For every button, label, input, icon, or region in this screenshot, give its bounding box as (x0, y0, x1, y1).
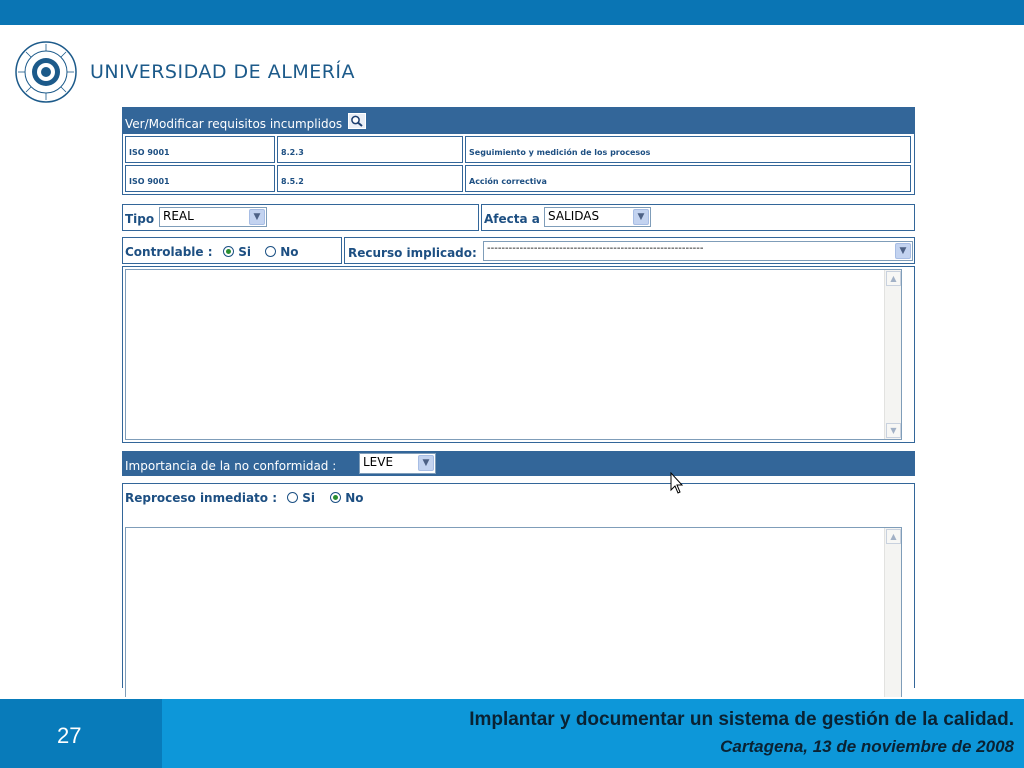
recurso-value: ----------------------------------------… (487, 243, 704, 254)
reproceso-box: Reproceso inmediato : Si No ▲ (122, 483, 915, 697)
controlable-box: Controlable : Si No (122, 237, 342, 264)
chevron-down-icon[interactable]: ▼ (895, 243, 911, 259)
university-seal-icon (15, 41, 77, 103)
chevron-down-icon[interactable]: ▼ (633, 209, 649, 225)
importancia-select[interactable]: LEVE ▼ (359, 453, 436, 474)
importancia-label: Importancia de la no conformidad : (125, 458, 337, 473)
afecta-box: Afecta a SALIDAS ▼ (481, 204, 915, 231)
table-row[interactable]: ISO 9001 8.5.2 Acción correctiva (125, 165, 913, 192)
scroll-up-icon[interactable]: ▲ (886, 271, 901, 286)
tipo-value: REAL (163, 209, 194, 223)
radio-selected-icon[interactable] (223, 246, 234, 257)
requirements-table: ISO 9001 8.2.3 Seguimiento y medición de… (122, 133, 915, 195)
vertical-scrollbar[interactable]: ▲ (884, 528, 901, 697)
mouse-pointer-icon (670, 472, 684, 494)
scroll-down-icon[interactable]: ▼ (886, 423, 901, 438)
description-textarea[interactable]: ▲ ▼ (125, 269, 902, 440)
norm-cell: ISO 9001 (125, 136, 275, 163)
university-name: UNIVERSIDAD DE ALMERÍA (90, 61, 356, 83)
recurso-box: Recurso implicado: ---------------------… (344, 237, 915, 264)
chevron-down-icon[interactable]: ▼ (249, 209, 265, 225)
reproceso-label: Reproceso inmediato : (125, 491, 278, 505)
radio-unselected-icon[interactable] (287, 492, 298, 503)
radio-unselected-icon[interactable] (265, 246, 276, 257)
afecta-select[interactable]: SALIDAS ▼ (544, 207, 651, 227)
table-row[interactable]: ISO 9001 8.2.3 Seguimiento y medición de… (125, 136, 913, 163)
description-cell: Seguimiento y medición de los procesos (465, 136, 911, 163)
chevron-down-icon[interactable]: ▼ (418, 455, 434, 471)
scroll-up-icon[interactable]: ▲ (886, 529, 901, 544)
controlable-label: Controlable : (125, 245, 213, 259)
magnifier-icon (351, 115, 363, 127)
university-logo: UNIVERSIDAD DE ALMERÍA (14, 40, 355, 104)
importancia-value: LEVE (363, 455, 394, 469)
tipo-select[interactable]: REAL ▼ (159, 207, 267, 227)
recurso-label: Recurso implicado: (348, 246, 477, 260)
clause-cell: 8.2.3 (277, 136, 463, 163)
reproceso-no-radio[interactable]: No (330, 491, 363, 505)
controlable-si-radio[interactable]: Si (223, 245, 251, 259)
afecta-label: Afecta a (484, 212, 540, 226)
vertical-scrollbar[interactable]: ▲ ▼ (884, 270, 901, 439)
afecta-value: SALIDAS (548, 209, 600, 223)
top-bar (0, 0, 1024, 25)
tipo-label: Tipo (125, 212, 155, 226)
slide-number: 27 (57, 723, 82, 748)
clause-cell: 8.5.2 (277, 165, 463, 192)
requirements-header-label: Ver/Modificar requisitos incumplidos (125, 117, 343, 131)
search-button[interactable] (348, 113, 367, 129)
description-cell: Acción correctiva (465, 165, 911, 192)
tipo-box: Tipo REAL ▼ (122, 204, 479, 231)
reproceso-si-radio[interactable]: Si (287, 491, 315, 505)
controlable-no-radio[interactable]: No (265, 245, 298, 259)
recurso-select[interactable]: ----------------------------------------… (483, 241, 913, 261)
norm-cell: ISO 9001 (125, 165, 275, 192)
description-box: ▲ ▼ (122, 266, 915, 443)
footer-number-panel: 27 (0, 699, 162, 768)
radio-selected-icon[interactable] (330, 492, 341, 503)
reproceso-textarea[interactable]: ▲ (125, 527, 902, 697)
importancia-header: Importancia de la no conformidad : LEVE … (122, 451, 915, 476)
footer-subtitle: Cartagena, 13 de noviembre de 2008 (720, 737, 1014, 756)
requirements-header: Ver/Modificar requisitos incumplidos (122, 107, 915, 133)
slide-footer: 27 Implantar y documentar un sistema de … (0, 699, 1024, 768)
footer-title: Implantar y documentar un sistema de ges… (469, 709, 1014, 730)
